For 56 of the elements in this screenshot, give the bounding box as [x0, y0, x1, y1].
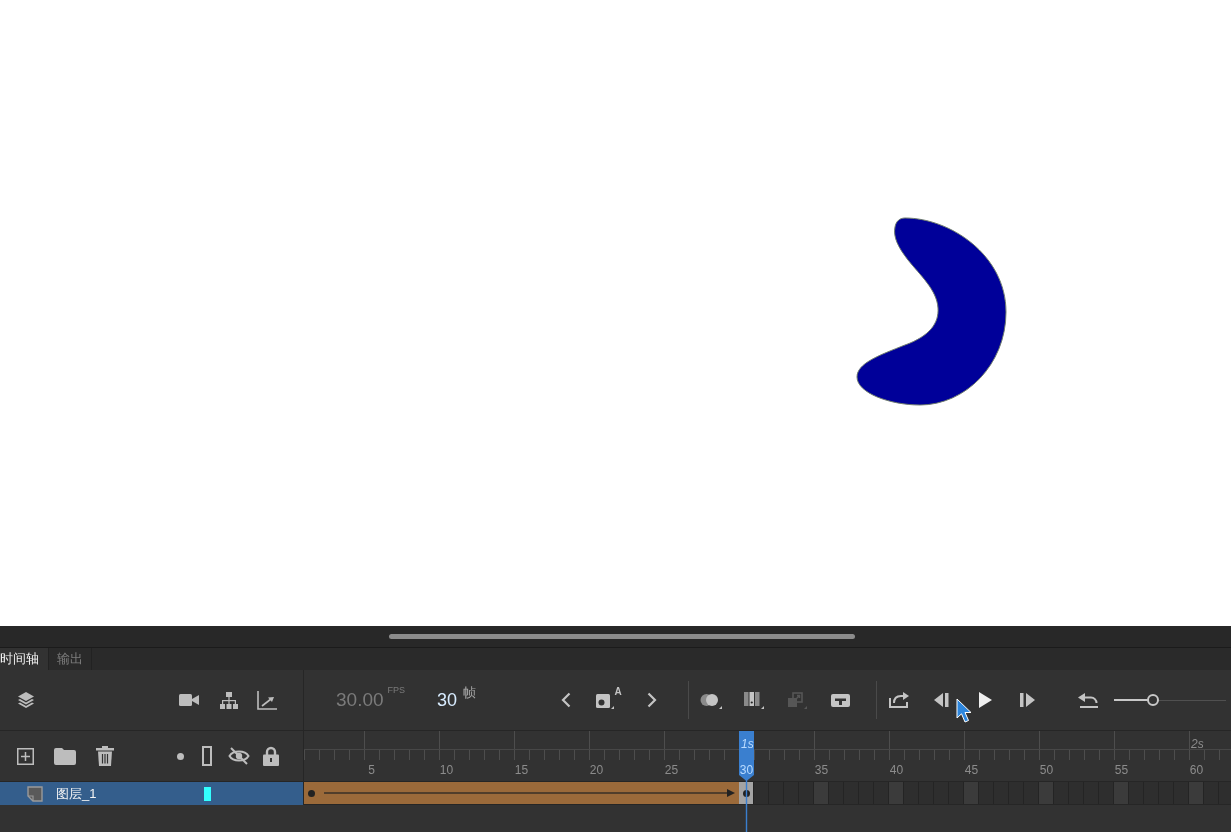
eye-slash-icon[interactable] — [228, 747, 250, 765]
keyframe-button[interactable]: A — [594, 685, 624, 715]
keyframe-cell[interactable] — [739, 782, 754, 804]
square-dot-icon — [596, 691, 615, 709]
layer-icon — [27, 785, 43, 802]
bars-icon — [744, 691, 764, 709]
keyframe-icon — [308, 789, 315, 797]
hierarchy-icon[interactable] — [220, 691, 238, 709]
lock-icon[interactable] — [263, 746, 279, 766]
chevron-right-icon — [647, 692, 657, 708]
tray-icon — [830, 693, 850, 707]
outline-swatch-icon[interactable] — [204, 786, 211, 801]
circles-icon — [700, 691, 722, 709]
current-frame[interactable]: 30 — [437, 689, 458, 711]
current-frame-unit: 帧 — [463, 683, 477, 702]
frame-number: 20 — [588, 763, 605, 777]
mouse-cursor-icon — [956, 698, 972, 723]
frame-number: 45 — [963, 763, 980, 777]
frame-rate: 30.00 — [336, 689, 384, 711]
frame-cell[interactable] — [754, 782, 769, 804]
frame-number: 10 — [438, 763, 455, 777]
tween-frame[interactable] — [724, 782, 739, 804]
squares-icon — [787, 691, 807, 709]
trash-icon[interactable] — [96, 746, 114, 766]
curved-arrow-icon — [1078, 691, 1100, 709]
layer-row[interactable]: 图层_1 — [0, 782, 304, 805]
chevron-left-icon — [561, 692, 571, 708]
keyframe-cell[interactable] — [304, 782, 319, 804]
scroll-handle[interactable] — [389, 634, 855, 639]
box-arrow-icon — [888, 691, 910, 709]
frame-number: 5 — [367, 763, 376, 777]
frame-number: 35 — [813, 763, 830, 777]
dot-icon[interactable] — [177, 752, 184, 760]
frame-number: 60 — [1188, 763, 1205, 777]
frame-number: 25 — [663, 763, 680, 777]
frame-number: 30 — [738, 763, 755, 777]
layers-icon[interactable] — [16, 690, 36, 710]
frame-number: 50 — [1038, 763, 1055, 777]
play-icon — [978, 692, 992, 708]
layer-name: 图层_1 — [56, 784, 97, 803]
folder-icon[interactable] — [54, 747, 76, 765]
step-back-icon — [934, 693, 950, 707]
slider-thumb[interactable] — [1147, 694, 1160, 706]
frame-rate-unit: FPS — [387, 685, 406, 695]
frame-number: 40 — [888, 763, 905, 777]
seconds-label: 2s — [1191, 737, 1204, 751]
frame-number: 55 — [1113, 763, 1130, 777]
step-forward-icon — [1020, 693, 1036, 707]
seconds-label: 1s — [741, 737, 754, 751]
frame-number: 15 — [513, 763, 530, 777]
camera-icon[interactable] — [179, 693, 199, 707]
graph-icon[interactable] — [257, 690, 277, 710]
outline-icon[interactable] — [202, 746, 212, 766]
add-layer-icon[interactable] — [17, 747, 34, 765]
panel-tab[interactable]: 时间轴 — [0, 648, 49, 670]
playhead[interactable] — [739, 731, 754, 832]
